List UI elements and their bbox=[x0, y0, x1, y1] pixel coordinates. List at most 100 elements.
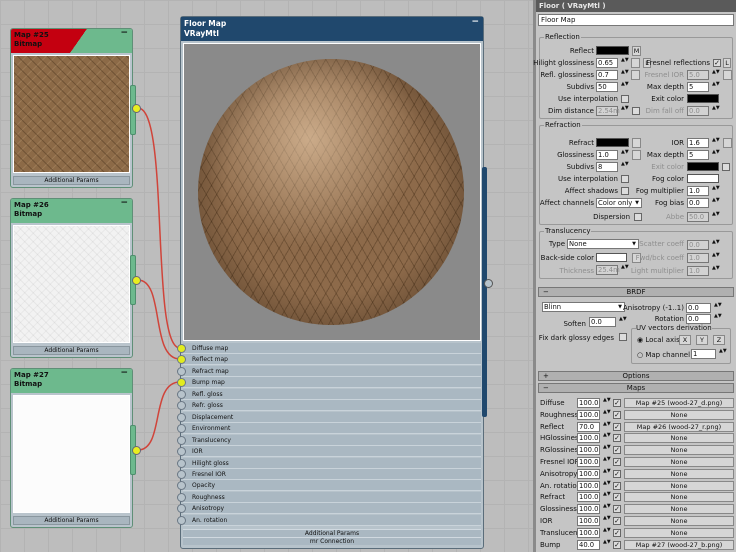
refl-glossiness-field[interactable]: 0.7 bbox=[596, 70, 618, 80]
exit-color-checkbox[interactable] bbox=[722, 163, 730, 171]
map-amount-spinner[interactable]: ▲▼ bbox=[603, 504, 611, 514]
input-socket-icon[interactable] bbox=[177, 458, 186, 468]
map-enable-checkbox[interactable]: ✓ bbox=[613, 517, 621, 525]
fog-color-swatch[interactable] bbox=[687, 174, 719, 183]
hilight-glossiness-field-spinner[interactable]: ▲▼ bbox=[621, 58, 629, 68]
scatter-coeff-field-spinner[interactable]: ▲▼ bbox=[712, 240, 720, 250]
node-header[interactable]: Map #27 Bitmap − bbox=[11, 369, 132, 393]
glossiness-field-spinner[interactable]: ▲▼ bbox=[621, 150, 629, 160]
axis-z-button[interactable]: Z bbox=[713, 335, 725, 345]
map-enable-checkbox[interactable]: ✓ bbox=[613, 434, 621, 443]
map-amount-field[interactable]: 100.0 bbox=[577, 516, 600, 526]
map-amount-field[interactable]: 100.0 bbox=[577, 457, 600, 467]
rotation-field[interactable]: 0.0 bbox=[686, 314, 711, 324]
map-amount-field[interactable]: 100.0 bbox=[577, 445, 600, 456]
minimize-icon[interactable]: − bbox=[120, 369, 128, 378]
abbe-field-spinner[interactable]: ▲▼ bbox=[712, 212, 720, 222]
rollout-toggle-icon[interactable]: − bbox=[543, 288, 549, 296]
fog-multiplier-field[interactable]: 1.0 bbox=[687, 186, 709, 196]
anisotropy-field[interactable]: 0.0 bbox=[686, 303, 711, 313]
soften-field[interactable]: 0.0 bbox=[589, 317, 616, 327]
input-socket-icon[interactable] bbox=[177, 469, 186, 479]
input-socket-icon[interactable] bbox=[177, 378, 186, 388]
dim-distance-checkbox[interactable] bbox=[632, 107, 640, 115]
material-output-dot[interactable] bbox=[484, 279, 493, 288]
light-multiplier-field-spinner[interactable]: ▲▼ bbox=[712, 266, 720, 276]
slot-refract-map[interactable]: Refract map bbox=[177, 365, 481, 377]
material-node[interactable]: Floor Map VRayMtl − Diffuse map Reflect map… bbox=[177, 16, 487, 549]
map-amount-spinner[interactable]: ▲▼ bbox=[603, 398, 611, 408]
slot-roughness[interactable]: Roughness bbox=[177, 491, 481, 503]
dispersion-checkbox[interactable] bbox=[634, 213, 642, 221]
additional-params-rollout[interactable]: Additional Params bbox=[13, 346, 130, 355]
scatter-coeff-field[interactable]: 0.0 bbox=[687, 240, 709, 250]
input-socket-icon[interactable] bbox=[177, 481, 186, 491]
map-amount-field[interactable]: 100.0 bbox=[577, 433, 600, 444]
map-enable-checkbox[interactable]: ✓ bbox=[613, 540, 621, 549]
subdivs-field-spinner[interactable]: ▲▼ bbox=[621, 82, 629, 92]
maps-rollout-bar[interactable]: Maps − bbox=[538, 383, 734, 393]
bitmap-node-27[interactable]: Map #27 Bitmap − Additional Params bbox=[10, 368, 141, 528]
slot-environment[interactable]: Environment bbox=[177, 423, 481, 435]
map-amount-field[interactable]: 100.0 bbox=[577, 398, 600, 408]
input-socket-icon[interactable] bbox=[177, 412, 186, 422]
back-side-color-swatch[interactable] bbox=[596, 253, 627, 262]
max-depth-field[interactable]: 5 bbox=[687, 82, 709, 92]
map-amount-field[interactable]: 100.0 bbox=[577, 468, 600, 479]
map-slot-button[interactable]: None bbox=[624, 433, 734, 444]
fwd-bck-coeff-field[interactable]: 1.0 bbox=[687, 253, 709, 263]
slot-hilight-gloss[interactable]: Hilight gloss bbox=[177, 457, 481, 469]
slot-an-rotation[interactable]: An. rotation bbox=[177, 514, 481, 526]
ior-map-button[interactable] bbox=[723, 138, 732, 148]
input-socket-icon[interactable] bbox=[177, 515, 186, 525]
map-amount-spinner[interactable]: ▲▼ bbox=[603, 492, 611, 502]
slot-fresnel-ior[interactable]: Fresnel IOR bbox=[177, 468, 481, 480]
map-amount-spinner[interactable]: ▲▼ bbox=[603, 457, 611, 467]
output-dot[interactable] bbox=[132, 276, 141, 285]
slot-translucency[interactable]: Translucency bbox=[177, 434, 481, 446]
refract-map-button[interactable] bbox=[632, 138, 641, 148]
map-amount-spinner[interactable]: ▲▼ bbox=[603, 539, 611, 550]
map-slot-button[interactable]: None bbox=[624, 527, 734, 538]
refl-glossiness-field-spinner[interactable]: ▲▼ bbox=[621, 70, 629, 80]
map-enable-checkbox[interactable]: ✓ bbox=[613, 469, 621, 478]
map-slot-button[interactable]: None bbox=[624, 504, 734, 515]
translucency-type-dropdown[interactable]: None ▼ bbox=[567, 239, 639, 249]
input-socket-icon[interactable] bbox=[177, 344, 186, 353]
map-enable-checkbox[interactable]: ✓ bbox=[613, 481, 621, 490]
material-name-field[interactable]: Floor Map bbox=[538, 14, 734, 26]
map-slot-button[interactable]: Map #27 (wood-27_b.png) bbox=[624, 539, 734, 550]
bitmap-node-25[interactable]: Map #25 Bitmap − Additional Params bbox=[10, 28, 141, 188]
map-amount-spinner[interactable]: ▲▼ bbox=[603, 516, 611, 526]
map-enable-checkbox[interactable]: ✓ bbox=[613, 399, 621, 407]
fix-dark-glossy-edges-checkbox[interactable] bbox=[619, 333, 627, 341]
options-rollout-bar[interactable]: Options + bbox=[538, 371, 734, 381]
slot-opacity[interactable]: Opacity bbox=[177, 480, 481, 492]
map-slot-button[interactable]: None bbox=[624, 480, 734, 491]
slot-diffuse-map[interactable]: Diffuse map bbox=[177, 343, 481, 354]
bitmap-node-26[interactable]: Map #26 Bitmap − Additional Params bbox=[10, 198, 141, 358]
thickness-field-spinner[interactable]: ▲▼ bbox=[621, 265, 629, 275]
minimize-icon[interactable]: − bbox=[120, 29, 128, 38]
map-amount-spinner[interactable]: ▲▼ bbox=[603, 409, 611, 420]
fresnel-ior-field[interactable]: 5.0 bbox=[687, 70, 709, 80]
brdf-rollout-bar[interactable]: BRDF − bbox=[538, 287, 734, 297]
rotation-field-spinner[interactable]: ▲▼ bbox=[714, 314, 722, 324]
abbe-field[interactable]: 50.0 bbox=[687, 212, 709, 222]
map-slot-button[interactable]: Map #25 (wood-27_d.png) bbox=[624, 398, 734, 408]
glossiness-field[interactable]: 1.0 bbox=[596, 150, 618, 160]
fresnel-reflections-checkbox[interactable]: ✓ bbox=[713, 59, 721, 67]
map-enable-checkbox[interactable]: ✓ bbox=[613, 422, 621, 431]
refl-gloss-map-button[interactable] bbox=[631, 70, 640, 80]
max-depth-field-spinner[interactable]: ▲▼ bbox=[712, 82, 720, 92]
output-dot[interactable] bbox=[132, 446, 141, 455]
map-slot-button[interactable]: Map #26 (wood-27_r.png) bbox=[624, 421, 734, 432]
map-amount-field[interactable]: 100.0 bbox=[577, 409, 600, 420]
material-node-header[interactable]: Floor Map VRayMtl − bbox=[181, 17, 483, 41]
map-channel-radio[interactable]: ○ Map channel bbox=[637, 351, 690, 359]
light-multiplier-field[interactable]: 1.0 bbox=[687, 266, 709, 276]
ior-field[interactable]: 1.6 bbox=[687, 138, 709, 148]
fresnel-lock-button[interactable]: L bbox=[723, 58, 731, 68]
exit-color-swatch[interactable] bbox=[687, 94, 719, 103]
fog-bias-field-spinner[interactable]: ▲▼ bbox=[712, 198, 720, 208]
